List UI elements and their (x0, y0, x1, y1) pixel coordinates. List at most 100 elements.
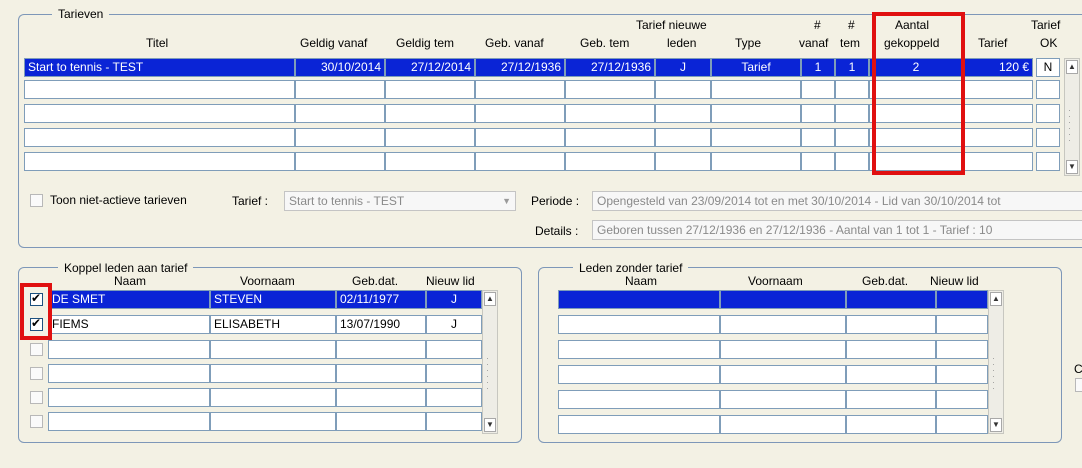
koppel-row-1-gebdat[interactable]: 02/11/1977 (336, 290, 426, 309)
zonder-row-cell[interactable] (846, 390, 936, 409)
tarief-empty-cell[interactable] (385, 128, 475, 147)
tarief-empty-cell[interactable] (295, 80, 385, 99)
zonder-row-cell[interactable] (720, 340, 846, 359)
tarief-empty-cell[interactable] (24, 80, 295, 99)
tarief-empty-cell[interactable] (801, 152, 835, 171)
scroll-up-icon[interactable]: ▲ (1066, 60, 1078, 74)
zonder-row-cell[interactable] (720, 290, 846, 309)
koppel-empty-cell[interactable] (426, 364, 482, 383)
tarief-empty-cell[interactable] (475, 104, 565, 123)
zonder-row-cell[interactable] (936, 415, 988, 434)
zonder-row-cell[interactable] (846, 340, 936, 359)
koppel-row-1-naam[interactable]: DE SMET (48, 290, 210, 309)
zonder-row-cell[interactable] (558, 390, 720, 409)
zonder-row-cell[interactable] (936, 390, 988, 409)
koppel-empty-cell[interactable] (210, 364, 336, 383)
tarief-empty-cell[interactable] (801, 104, 835, 123)
tarief-empty-cell[interactable] (295, 152, 385, 171)
zonder-row-cell[interactable] (846, 290, 936, 309)
zonder-row-cell[interactable] (720, 315, 846, 334)
tarief-empty-cell[interactable] (1036, 152, 1060, 171)
tarief-empty-cell[interactable] (295, 104, 385, 123)
koppel-empty-cell[interactable] (426, 340, 482, 359)
tarief-empty-cell[interactable] (655, 104, 711, 123)
zonder-row-cell[interactable] (846, 365, 936, 384)
zonder-row-cell[interactable] (558, 415, 720, 434)
clipped-checkbox[interactable] (1075, 378, 1082, 392)
zonder-row-cell[interactable] (936, 315, 988, 334)
tarief-empty-cell[interactable] (475, 128, 565, 147)
koppel-empty-cell[interactable] (336, 340, 426, 359)
tarief-empty-cell[interactable] (1036, 80, 1060, 99)
koppel-empty-cell[interactable] (426, 412, 482, 431)
tarief-empty-cell[interactable] (565, 128, 655, 147)
tarief-empty-cell[interactable] (385, 152, 475, 171)
tarief-geldig-vanaf-cell[interactable]: 30/10/2014 (295, 58, 385, 77)
koppel-row-1-nieuw[interactable]: J (426, 290, 482, 309)
tarief-empty-cell[interactable] (801, 128, 835, 147)
tarief-empty-cell[interactable] (963, 80, 1033, 99)
zonder-row-cell[interactable] (936, 365, 988, 384)
zonder-row-cell[interactable] (558, 365, 720, 384)
koppel-empty-cell[interactable] (336, 412, 426, 431)
scroll-up-icon[interactable]: ▲ (484, 292, 496, 306)
koppel-empty-cell[interactable] (336, 388, 426, 407)
koppel-empty-cell[interactable] (336, 364, 426, 383)
koppel-row-checkbox[interactable] (30, 343, 43, 356)
tarieven-scrollbar[interactable]: ▲ · · · · · · ▼ (1064, 58, 1080, 176)
tarief-empty-cell[interactable] (385, 80, 475, 99)
tarief-empty-cell[interactable] (835, 128, 869, 147)
tarief-empty-cell[interactable] (1036, 128, 1060, 147)
tarief-empty-cell[interactable] (24, 128, 295, 147)
tarief-empty-cell[interactable] (711, 80, 801, 99)
tarief-empty-cell[interactable] (24, 104, 295, 123)
tarief-type-cell[interactable]: Tarief (711, 58, 801, 77)
zonder-row-cell[interactable] (558, 340, 720, 359)
zonder-scrollbar[interactable]: ▲ · · · · · · ▼ (988, 290, 1004, 434)
koppel-row-2-voornaam[interactable]: ELISABETH (210, 315, 336, 334)
koppel-row-2-naam[interactable]: FIEMS (48, 315, 210, 334)
tarief-empty-cell[interactable] (801, 80, 835, 99)
tarief-geb-vanaf-cell[interactable]: 27/12/1936 (475, 58, 565, 77)
tarief-empty-cell[interactable] (835, 80, 869, 99)
tarief-empty-cell[interactable] (385, 104, 475, 123)
tarief-nieuwe-leden-cell[interactable]: J (655, 58, 711, 77)
koppel-empty-cell[interactable] (426, 388, 482, 407)
koppel-row-2-gebdat[interactable]: 13/07/1990 (336, 315, 426, 334)
tarief-geldig-tem-cell[interactable]: 27/12/2014 (385, 58, 475, 77)
tarief-nr-tem-cell[interactable]: 1 (835, 58, 869, 77)
tarief-empty-cell[interactable] (24, 152, 295, 171)
tarief-empty-cell[interactable] (475, 80, 565, 99)
tarief-titel-cell[interactable]: Start to tennis - TEST (24, 58, 295, 77)
tarief-empty-cell[interactable] (835, 152, 869, 171)
tarief-empty-cell[interactable] (963, 104, 1033, 123)
zonder-row-cell[interactable] (558, 290, 720, 309)
scroll-down-icon[interactable]: ▼ (1066, 160, 1078, 174)
koppel-scrollbar[interactable]: ▲ · · · · · · ▼ (482, 290, 498, 434)
zonder-row-cell[interactable] (558, 315, 720, 334)
zonder-row-cell[interactable] (846, 315, 936, 334)
tarief-empty-cell[interactable] (565, 152, 655, 171)
tarief-geb-tem-cell[interactable]: 27/12/1936 (565, 58, 655, 77)
tarief-empty-cell[interactable] (711, 152, 801, 171)
tarief-empty-cell[interactable] (655, 80, 711, 99)
zonder-row-cell[interactable] (846, 415, 936, 434)
zonder-row-cell[interactable] (936, 340, 988, 359)
zonder-row-cell[interactable] (720, 415, 846, 434)
tarief-combo[interactable]: Start to tennis - TEST ▼ (284, 191, 516, 211)
tarief-empty-cell[interactable] (565, 104, 655, 123)
koppel-empty-cell[interactable] (48, 340, 210, 359)
tarief-empty-cell[interactable] (655, 152, 711, 171)
koppel-row-2-nieuw[interactable]: J (426, 315, 482, 334)
koppel-empty-cell[interactable] (48, 364, 210, 383)
zonder-row-cell[interactable] (936, 290, 988, 309)
koppel-row-checkbox[interactable] (30, 367, 43, 380)
tarief-empty-cell[interactable] (475, 152, 565, 171)
tarief-empty-cell[interactable] (295, 128, 385, 147)
tarief-empty-cell[interactable] (711, 128, 801, 147)
scroll-down-icon[interactable]: ▼ (484, 418, 496, 432)
zonder-row-cell[interactable] (720, 365, 846, 384)
tarief-empty-cell[interactable] (655, 128, 711, 147)
koppel-row-1-voornaam[interactable]: STEVEN (210, 290, 336, 309)
tarief-empty-cell[interactable] (963, 152, 1033, 171)
